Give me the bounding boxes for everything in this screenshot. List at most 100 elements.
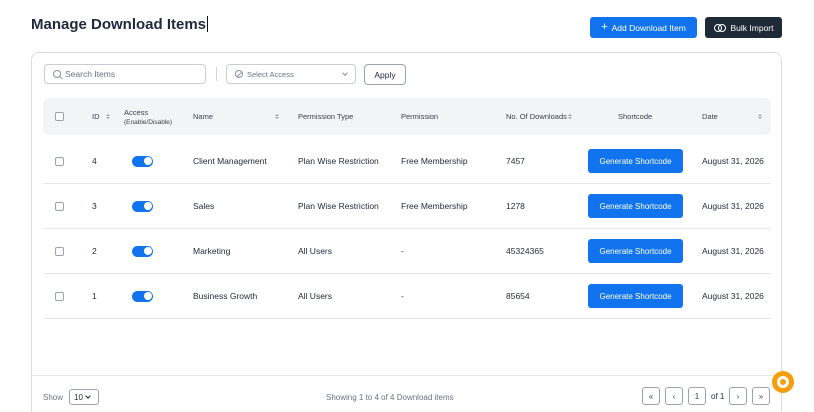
- bulk-import-icon: [713, 23, 726, 32]
- row-checkbox-cell: [55, 274, 64, 318]
- generate-shortcode-button[interactable]: Generate Shortcode: [588, 194, 683, 218]
- column-name-label: Name: [193, 112, 214, 121]
- generate-shortcode-button[interactable]: Generate Shortcode: [588, 149, 683, 173]
- row-checkbox-cell: [55, 229, 64, 273]
- last-page-button[interactable]: »: [752, 387, 770, 405]
- column-access-sublabel: (Enable/Disable): [124, 118, 173, 126]
- page-title: Manage Download Items: [31, 16, 209, 33]
- table-row: 2 Marketing All Users - 45324365 Generate Sho…: [43, 229, 771, 274]
- text-cursor: [207, 16, 209, 32]
- search-box[interactable]: [44, 64, 206, 84]
- search-input[interactable]: [65, 69, 195, 79]
- row-checkbox[interactable]: [55, 201, 64, 211]
- row-name: Client Management: [193, 156, 267, 166]
- row-id: 2: [92, 246, 97, 256]
- table-header: ID Access (Enable/Disable) Name Permissi…: [43, 98, 771, 135]
- access-toggle[interactable]: [132, 155, 153, 167]
- row-checkbox-cell: [55, 139, 64, 183]
- row-name: Business Growth: [193, 291, 258, 301]
- column-permission-label: Permission: [401, 112, 439, 121]
- filter-divider: [216, 67, 217, 81]
- generate-shortcode-button[interactable]: Generate Shortcode: [588, 284, 683, 308]
- column-date[interactable]: Date: [702, 98, 762, 135]
- row-id: 4: [92, 156, 97, 166]
- add-download-item-button[interactable]: + Add Download Item: [590, 17, 697, 38]
- row-shortcode-cell: Generate Shortcode: [588, 274, 683, 318]
- access-select[interactable]: Select Access: [226, 64, 356, 84]
- column-name[interactable]: Name: [193, 98, 279, 135]
- page-size-value: 10: [74, 392, 83, 402]
- row-checkbox[interactable]: [55, 156, 64, 166]
- row-checkbox-cell: [55, 184, 64, 228]
- row-access-cell: [132, 229, 153, 273]
- first-page-button[interactable]: «: [642, 387, 660, 405]
- row-date: August 31, 2026: [702, 246, 764, 256]
- row-shortcode-cell: Generate Shortcode: [588, 229, 683, 273]
- row-permission-type: All Users: [298, 246, 333, 256]
- row-permission-type: Plan Wise Restriction: [298, 156, 379, 166]
- bulk-import-button[interactable]: Bulk Import: [705, 17, 782, 38]
- current-page-input[interactable]: 1: [688, 387, 706, 405]
- row-access-cell: [132, 139, 153, 183]
- generate-shortcode-button[interactable]: Generate Shortcode: [588, 239, 683, 263]
- table-footer: Show 10 Showing 1 to 4 of 4 Download ite…: [32, 375, 783, 412]
- showing-text: Showing 1 to 4 of 4 Download items: [326, 393, 454, 402]
- table-row: 3 Sales Plan Wise Restriction Free Membersh…: [43, 184, 771, 229]
- row-shortcode-cell: Generate Shortcode: [588, 184, 683, 228]
- column-shortcode: Shortcode: [618, 98, 652, 135]
- select-all-checkbox[interactable]: [55, 112, 64, 121]
- help-icon: [777, 376, 789, 388]
- row-downloads: 1278: [506, 201, 525, 211]
- table-row: 1 Business Growth All Users - 85654 Generate …: [43, 274, 771, 319]
- row-checkbox[interactable]: [55, 291, 64, 301]
- row-downloads: 45324365: [506, 246, 544, 256]
- row-permission-type: All Users: [298, 291, 333, 301]
- sort-icon: [105, 114, 110, 119]
- row-access-cell: [132, 274, 153, 318]
- search-icon: [53, 70, 61, 78]
- column-id[interactable]: ID: [92, 98, 110, 135]
- row-permission: -: [401, 291, 404, 301]
- sort-icon: [567, 114, 572, 119]
- row-permission: Free Membership: [401, 156, 468, 166]
- access-toggle[interactable]: [132, 245, 153, 257]
- column-permission-type: Permission Type: [298, 98, 353, 135]
- row-id: 1: [92, 291, 97, 301]
- apply-button[interactable]: Apply: [364, 64, 406, 85]
- column-downloads-label: No. Of Downloads: [506, 112, 567, 121]
- add-download-item-label: Add Download Item: [611, 22, 686, 33]
- sort-icon: [758, 114, 762, 119]
- plus-icon: +: [601, 21, 608, 33]
- page-size-select[interactable]: 10: [69, 389, 99, 405]
- column-shortcode-label: Shortcode: [618, 112, 653, 121]
- row-access-cell: [132, 184, 153, 228]
- row-date: August 31, 2026: [702, 291, 764, 301]
- chevron-down-icon: [85, 393, 91, 399]
- row-id: 3: [92, 201, 97, 211]
- download-items-card: Select Access Apply ID Access (Enable/Di…: [31, 52, 783, 412]
- access-toggle[interactable]: [132, 290, 153, 302]
- column-id-label: ID: [92, 112, 100, 121]
- row-checkbox[interactable]: [55, 246, 64, 256]
- prev-page-button[interactable]: ‹: [665, 387, 683, 405]
- column-downloads[interactable]: No. Of Downloads: [506, 98, 572, 135]
- next-page-button[interactable]: ›: [729, 387, 747, 405]
- help-button[interactable]: [772, 371, 794, 393]
- row-name: Sales: [193, 201, 215, 211]
- row-name: Marketing: [193, 246, 231, 256]
- show-label: Show: [43, 393, 64, 402]
- access-toggle[interactable]: [132, 200, 153, 212]
- ban-icon: [235, 70, 243, 78]
- column-access-label: Access: [124, 107, 149, 117]
- chevron-down-icon: [342, 70, 348, 76]
- column-permission: Permission: [401, 98, 438, 135]
- column-permission-type-label: Permission Type: [298, 112, 354, 121]
- row-permission: -: [401, 246, 404, 256]
- column-date-label: Date: [702, 112, 718, 121]
- row-downloads: 7457: [506, 156, 525, 166]
- column-access: Access (Enable/Disable): [124, 98, 172, 135]
- row-shortcode-cell: Generate Shortcode: [588, 139, 683, 183]
- row-date: August 31, 2026: [702, 201, 764, 211]
- row-downloads: 85654: [506, 291, 530, 301]
- row-permission-type: Plan Wise Restriction: [298, 201, 379, 211]
